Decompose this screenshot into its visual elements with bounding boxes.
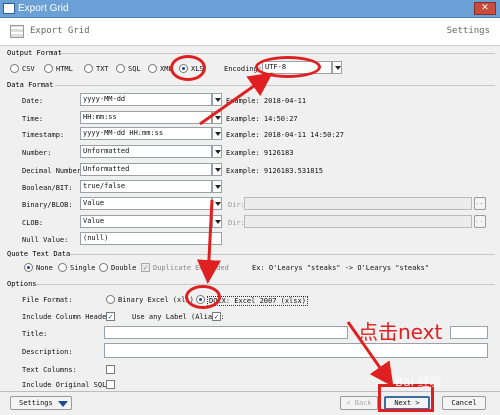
arrow-to-xlsx bbox=[196, 199, 221, 284]
arrow-to-encoding bbox=[199, 72, 273, 126]
arrow-to-next bbox=[346, 321, 394, 387]
annotation-arrows bbox=[196, 72, 394, 387]
